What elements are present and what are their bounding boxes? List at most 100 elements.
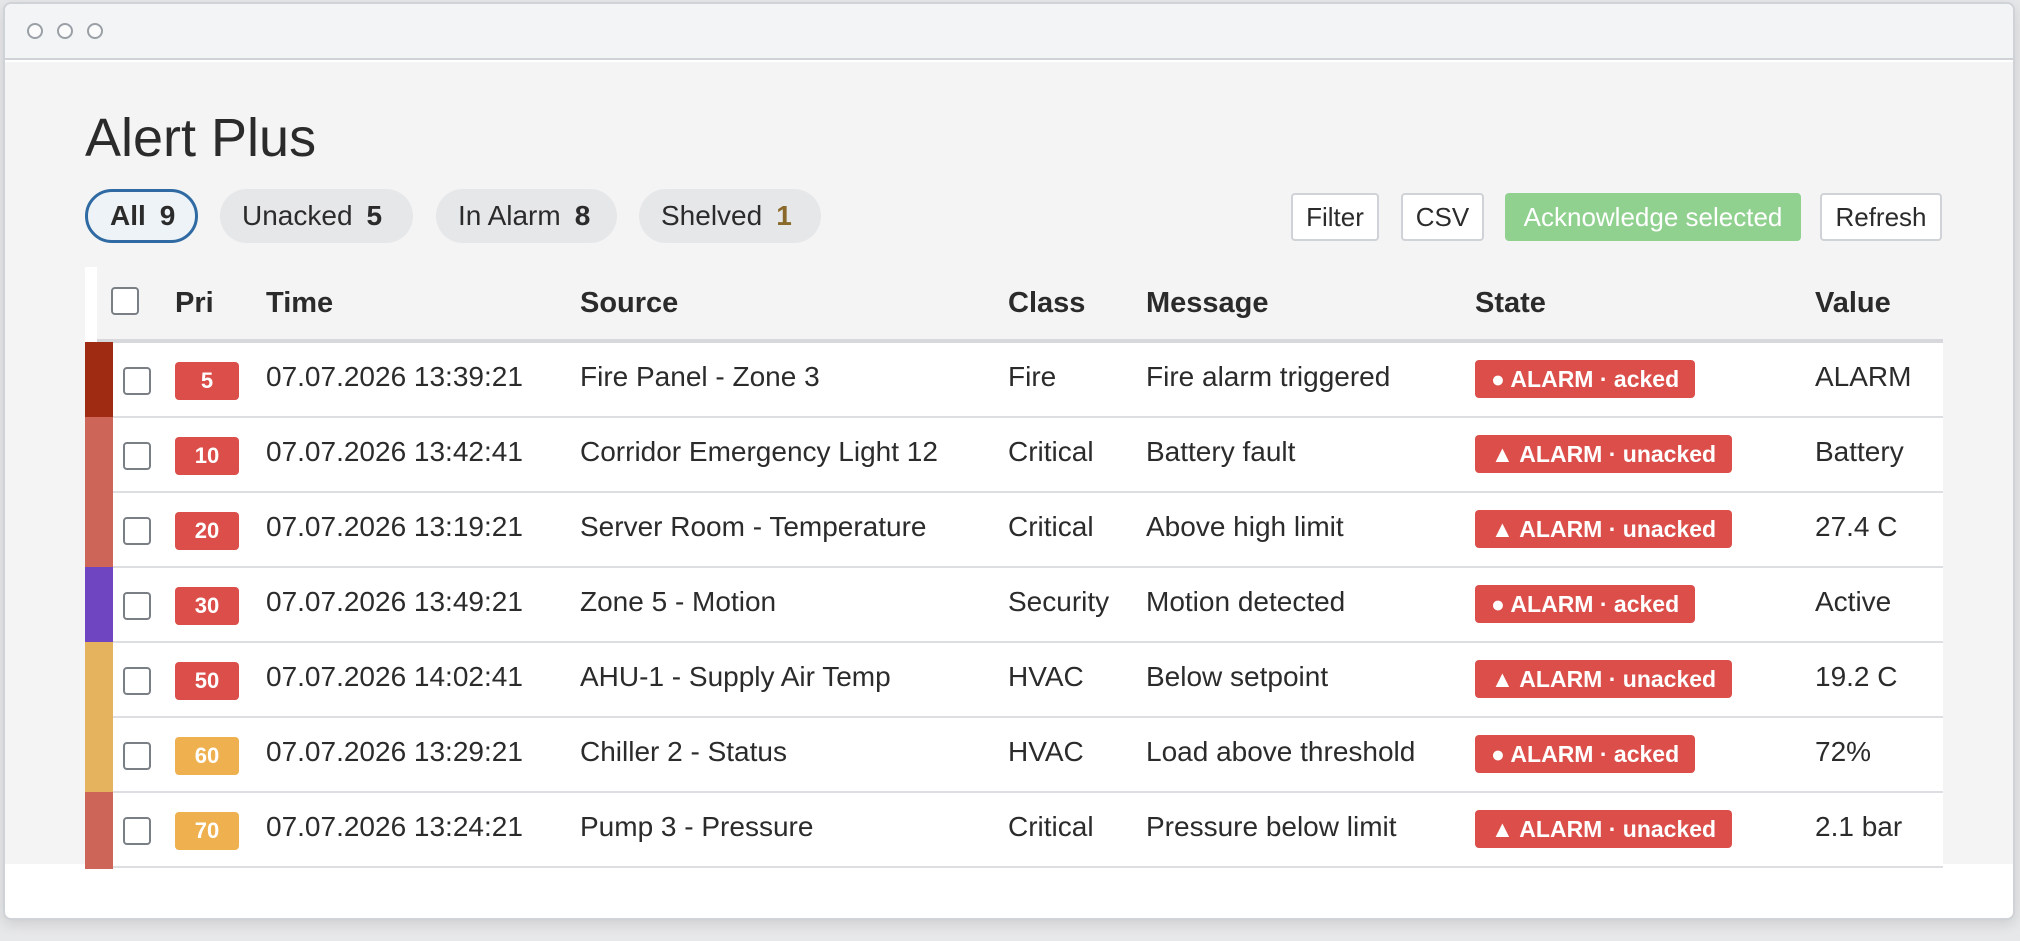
cell-message: Battery fault: [1146, 436, 1296, 467]
cell-value: 2.1 bar: [1815, 811, 1903, 842]
priority-badge: 10: [175, 437, 239, 475]
priority-strip: [85, 567, 113, 644]
column-header-source[interactable]: Source: [580, 287, 678, 320]
filter-pill-label: All: [110, 200, 146, 231]
table-row[interactable]: 70 07.07.2026 13:24:21 Pump 3 - Pressure Cr…: [85, 792, 1943, 869]
app-window: Alert Plus All 9 Unacked 5 In Alarm 8 Sh…: [3, 2, 2015, 920]
row-select-checkbox[interactable]: [123, 667, 151, 695]
priority-badge: 20: [175, 512, 239, 550]
cell-message: Fire alarm triggered: [1146, 361, 1391, 392]
state-badge: ▲ ALARM · unacked: [1475, 660, 1733, 698]
window-titlebar: [5, 4, 2013, 60]
priority-badge: 60: [175, 737, 239, 775]
state-badge: ● ALARM · acked: [1475, 360, 1696, 398]
filter-pill-label: Unacked: [242, 200, 353, 231]
cell-time: 07.07.2026 14:02:41: [266, 661, 523, 692]
state-badge: ▲ ALARM · unacked: [1475, 510, 1733, 548]
state-badge: ▲ ALARM · unacked: [1475, 810, 1733, 848]
cell-value: 72%: [1815, 736, 1872, 767]
priority-strip: [85, 492, 113, 569]
cell-time: 07.07.2026 13:29:21: [266, 736, 523, 767]
row-select-checkbox[interactable]: [123, 367, 151, 395]
cell-class: Fire: [1008, 361, 1057, 392]
cell-value: 19.2 C: [1815, 661, 1898, 692]
filter-pill-in-alarm[interactable]: In Alarm 8: [436, 189, 617, 243]
window-minimize-dot[interactable]: [57, 23, 73, 39]
column-header-pri[interactable]: Pri: [175, 287, 214, 320]
cell-source: Pump 3 - Pressure: [580, 811, 814, 842]
refresh-button[interactable]: Refresh: [1820, 193, 1942, 241]
state-badge: ● ALARM · acked: [1475, 585, 1696, 623]
table-row[interactable]: 10 07.07.2026 13:42:41 Corridor Emergency …: [85, 417, 1943, 494]
filter-pill-count: 8: [574, 200, 591, 231]
priority-badge: 30: [175, 587, 239, 625]
cell-source: AHU-1 - Supply Air Temp: [580, 661, 891, 692]
column-header-message[interactable]: Message: [1146, 287, 1269, 320]
cell-time: 07.07.2026 13:24:21: [266, 811, 523, 842]
table-body: 5 07.07.2026 13:39:21 Fire Panel - Zone 3 F…: [85, 342, 1943, 869]
cell-time: 07.07.2026 13:42:41: [266, 436, 523, 467]
table-row[interactable]: 50 07.07.2026 14:02:41 AHU-1 - Supply Air …: [85, 642, 1943, 719]
cell-class: Security: [1008, 586, 1110, 617]
row-select-checkbox[interactable]: [123, 592, 151, 620]
csv-button[interactable]: CSV: [1401, 193, 1484, 241]
column-header-value[interactable]: Value: [1815, 287, 1891, 320]
cell-message: Above high limit: [1146, 511, 1344, 542]
priority-badge: 5: [175, 362, 239, 400]
priority-badge: 70: [175, 812, 239, 850]
cell-source: Chiller 2 - Status: [580, 736, 787, 767]
priority-strip: [85, 642, 113, 719]
table-row[interactable]: 5 07.07.2026 13:39:21 Fire Panel - Zone 3 F…: [85, 342, 1943, 419]
cell-value: 27.4 C: [1815, 511, 1898, 542]
cell-value: ALARM: [1815, 361, 1912, 392]
window-close-dot[interactable]: [27, 23, 43, 39]
cell-value: Battery: [1815, 436, 1904, 467]
filter-pill-label: Shelved: [661, 200, 763, 231]
priority-badge: 50: [175, 662, 239, 700]
cell-time: 07.07.2026 13:49:21: [266, 586, 523, 617]
cell-time: 07.07.2026 13:39:21: [266, 361, 523, 392]
column-header-class[interactable]: Class: [1008, 287, 1085, 320]
filter-button[interactable]: Filter: [1291, 193, 1379, 241]
priority-strip: [85, 792, 113, 869]
filter-pill-count: 1: [776, 200, 792, 231]
filter-pill-label: In Alarm: [458, 200, 561, 231]
header-lead-strip: [85, 267, 97, 343]
table-header: Pri Time Source Class Message State Valu…: [85, 267, 1943, 343]
priority-strip: [85, 417, 113, 494]
filter-pill-shelved[interactable]: Shelved 1: [639, 189, 821, 243]
cell-message: Load above threshold: [1146, 736, 1416, 767]
window-zoom-dot[interactable]: [87, 23, 103, 39]
page-title: Alert Plus: [85, 108, 317, 168]
cell-class: Critical: [1008, 511, 1094, 542]
cell-source: Corridor Emergency Light 12: [580, 436, 938, 467]
cell-time: 07.07.2026 13:19:21: [266, 511, 523, 542]
row-select-checkbox[interactable]: [123, 517, 151, 545]
cell-source: Zone 5 - Motion: [580, 586, 777, 617]
column-header-time[interactable]: Time: [266, 287, 333, 320]
table-row[interactable]: 30 07.07.2026 13:49:21 Zone 5 - Motion Secu…: [85, 567, 1943, 644]
filter-pill-all[interactable]: All 9: [85, 189, 198, 243]
cell-class: Critical: [1008, 436, 1094, 467]
row-select-checkbox[interactable]: [123, 742, 151, 770]
filter-pill-unacked[interactable]: Unacked 5: [220, 189, 413, 243]
cell-class: HVAC: [1008, 736, 1084, 767]
cell-message: Motion detected: [1146, 586, 1346, 617]
filter-pill-count: 9: [159, 200, 176, 231]
cell-class: HVAC: [1008, 661, 1084, 692]
table-row[interactable]: 20 07.07.2026 13:19:21 Server Room - Tempe…: [85, 492, 1943, 569]
column-header-state[interactable]: State: [1475, 287, 1546, 320]
cell-source: Fire Panel - Zone 3: [580, 361, 820, 392]
cell-source: Server Room - Temperature: [580, 511, 927, 542]
acknowledge-selected-button[interactable]: Acknowledge selected: [1505, 193, 1801, 241]
row-select-checkbox[interactable]: [123, 442, 151, 470]
app-content: Alert Plus All 9 Unacked 5 In Alarm 8 Sh…: [5, 62, 2013, 869]
state-badge: ● ALARM · acked: [1475, 735, 1696, 773]
select-all-checkbox[interactable]: [111, 287, 139, 315]
cell-value: Active: [1815, 586, 1892, 617]
priority-strip: [85, 342, 113, 419]
row-select-checkbox[interactable]: [123, 817, 151, 845]
cell-class: Critical: [1008, 811, 1094, 842]
table-row[interactable]: 60 07.07.2026 13:29:21 Chiller 2 - Status H…: [85, 717, 1943, 794]
cell-message: Pressure below limit: [1146, 811, 1397, 842]
